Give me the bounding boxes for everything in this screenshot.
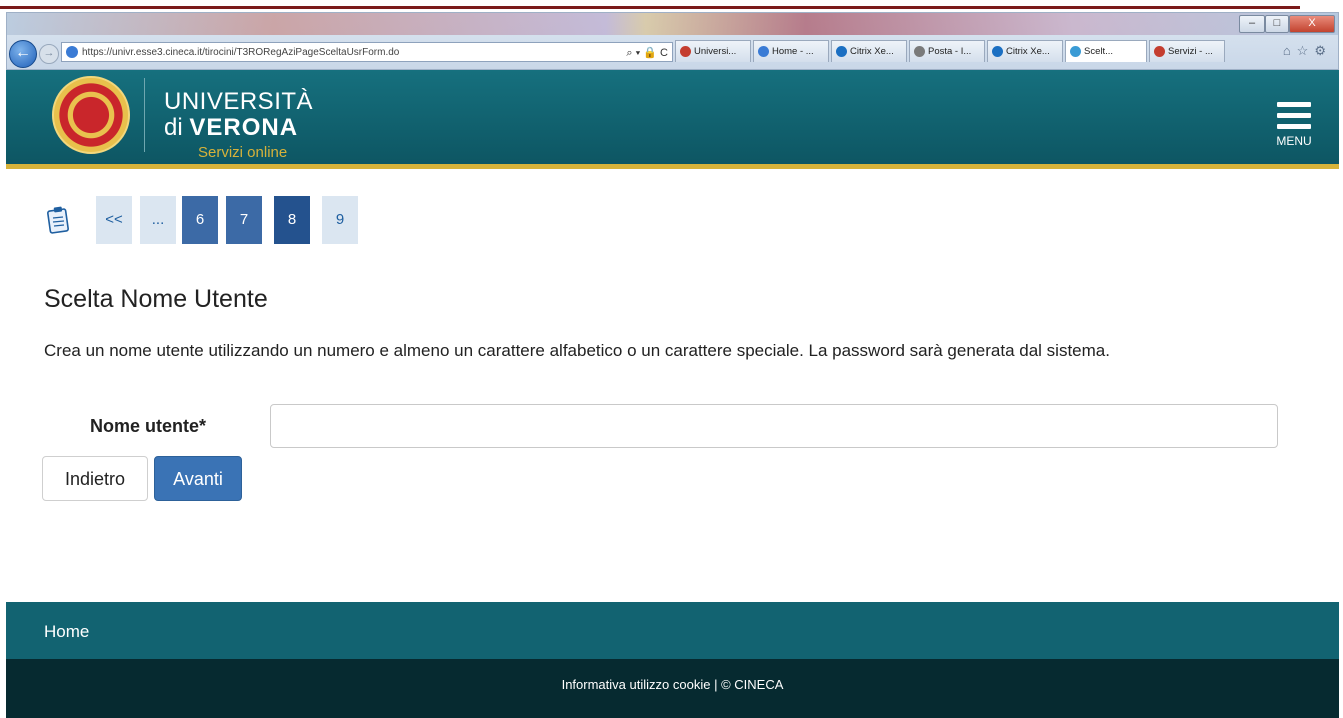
- browser-nav-row: ← → https://univr.esse3.cineca.it/tiroci…: [7, 37, 1338, 68]
- top-border-line: [0, 6, 1300, 9]
- university-name-prefix: di: [164, 114, 183, 141]
- maximize-button[interactable]: □: [1265, 15, 1289, 33]
- footer-separator: |: [714, 677, 718, 692]
- footer-home-link[interactable]: Home: [44, 622, 89, 642]
- copyright-text: © CINECA: [721, 677, 784, 692]
- footer-legal: Informativa utilizzo cookie | © CINECA: [6, 659, 1339, 718]
- tab-favicon-icon: [758, 46, 769, 57]
- menu-label: MENU: [1276, 134, 1312, 148]
- university-name-line2: di VERONA: [164, 114, 298, 142]
- browser-tab[interactable]: Citrix Xe...: [987, 40, 1063, 62]
- minimize-button[interactable]: –: [1239, 15, 1265, 33]
- tab-label: Servizi - ...: [1168, 46, 1213, 57]
- back-button[interactable]: Indietro: [42, 456, 148, 501]
- window-titlebar: [7, 13, 1338, 35]
- address-tools-icons[interactable]: ⌕ ▾ 🔒 C: [626, 43, 668, 61]
- browser-tab[interactable]: Home - ...: [753, 40, 829, 62]
- services-online-label: Servizi online: [198, 144, 288, 161]
- university-name-city: VERONA: [189, 114, 299, 141]
- logo-separator: [144, 78, 145, 152]
- pager-item[interactable]: 6: [182, 196, 218, 244]
- browser-tab[interactable]: Posta - I...: [909, 40, 985, 62]
- pager-item[interactable]: ...: [140, 196, 176, 244]
- browser-tab[interactable]: Servizi - ...: [1149, 40, 1225, 62]
- tab-label: Posta - I...: [928, 46, 972, 57]
- close-window-button[interactable]: X: [1289, 15, 1335, 33]
- tab-favicon-icon: [1070, 46, 1081, 57]
- hamburger-icon: [1277, 102, 1311, 107]
- browser-tab[interactable]: Universi...: [675, 40, 751, 62]
- address-bar[interactable]: https://univr.esse3.cineca.it/tirocini/T…: [61, 42, 673, 62]
- footer-nav: Home: [6, 602, 1339, 659]
- tab-label: Universi...: [694, 46, 737, 57]
- tab-favicon-icon: [836, 46, 847, 57]
- browser-tabs: Universi... Home - ... Citrix Xe... Posta -…: [675, 40, 1235, 64]
- tab-favicon-icon: [914, 46, 925, 57]
- hamburger-icon-bar: [1277, 113, 1311, 118]
- username-input[interactable]: [270, 404, 1278, 448]
- university-seal-logo[interactable]: [52, 76, 130, 154]
- page-title: Scelta Nome Utente: [44, 285, 268, 313]
- tab-label: Scelt...: [1084, 46, 1114, 57]
- address-url: https://univr.esse3.cineca.it/tirocini/T…: [82, 47, 400, 58]
- ie-page-icon: [66, 46, 78, 59]
- site-header: UNIVERSITÀ di VERONA Servizi online MENU: [6, 70, 1339, 164]
- menu-button[interactable]: MENU: [1271, 102, 1317, 154]
- username-label: Nome utente*: [90, 416, 207, 436]
- browser-tab[interactable]: Scelt...: [1065, 40, 1147, 62]
- tab-label: Citrix Xe...: [850, 46, 894, 57]
- pager-item[interactable]: 9: [322, 196, 358, 244]
- home-favorites-settings-icons[interactable]: ⌂☆⚙: [1283, 43, 1332, 59]
- pager-item[interactable]: 8: [274, 196, 310, 244]
- clipboard-icon: [47, 206, 69, 234]
- forward-arrow-icon[interactable]: →: [39, 44, 59, 64]
- university-name-line1: UNIVERSITÀ: [164, 88, 314, 115]
- cookie-policy-link[interactable]: Informativa utilizzo cookie: [562, 677, 711, 692]
- tab-favicon-icon: [680, 46, 691, 57]
- next-button[interactable]: Avanti: [154, 456, 242, 501]
- intro-text: Crea un nome utente utilizzando un numer…: [44, 341, 1110, 360]
- pager-item[interactable]: <<: [96, 196, 132, 244]
- footer-legal-text: Informativa utilizzo cookie | © CINECA: [6, 677, 1339, 692]
- hamburger-icon-bar: [1277, 124, 1311, 129]
- tab-favicon-icon: [992, 46, 1003, 57]
- tab-favicon-icon: [1154, 46, 1165, 57]
- browser-chrome: – □ X ← → https://univr.esse3.cineca.it/…: [6, 12, 1339, 70]
- header-accent-bar: [6, 164, 1339, 169]
- back-arrow-icon[interactable]: ←: [9, 40, 37, 68]
- browser-tab[interactable]: Citrix Xe...: [831, 40, 907, 62]
- tab-label: Home - ...: [772, 46, 814, 57]
- tab-label: Citrix Xe...: [1006, 46, 1050, 57]
- pager-item[interactable]: 7: [226, 196, 262, 244]
